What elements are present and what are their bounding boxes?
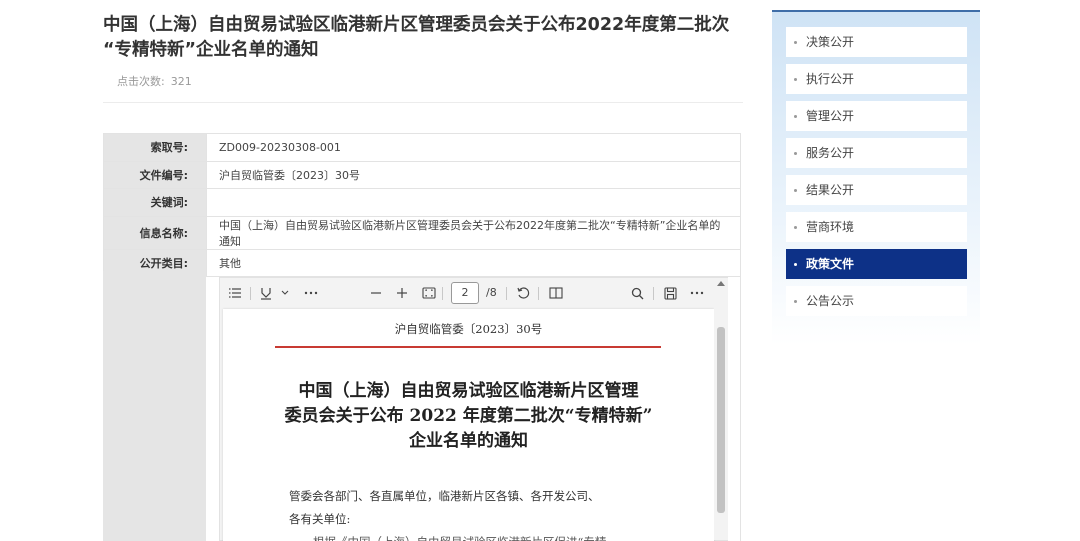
info-key: 信息名称:: [103, 215, 207, 250]
info-key: 文件编号:: [103, 160, 207, 190]
fit-page-icon[interactable]: [422, 285, 436, 301]
article-title: 中国（上海）自由贸易试验区临港新片区管理委员会关于公布2022年度第二批次 “专…: [103, 13, 753, 63]
bullet-icon: [794, 189, 797, 192]
bullet-icon: [794, 115, 797, 118]
page-number-input[interactable]: 2: [451, 282, 479, 304]
zoom-in-icon[interactable]: [396, 285, 408, 301]
page-total: /8: [486, 286, 497, 299]
table-border: [740, 271, 741, 541]
search-icon[interactable]: [631, 285, 644, 301]
click-count: 点击次数: 321: [117, 73, 192, 89]
sidebar-item-label: 营商环境: [806, 220, 855, 234]
pdf-toolbar: 2 /8: [220, 278, 727, 309]
toolbar-divider: [538, 287, 539, 300]
toolbar-divider: [442, 287, 443, 300]
highlight-icon[interactable]: [259, 285, 273, 301]
rotate-icon[interactable]: [516, 285, 530, 301]
more-tools-icon[interactable]: [304, 285, 318, 301]
sidebar-item-execution[interactable]: 执行公开: [786, 64, 967, 94]
sidebar-item-service[interactable]: 服务公开: [786, 138, 967, 168]
info-table: 索取号: ZD009-20230308-001 文件编号: 沪自贸临管委〔202…: [103, 133, 741, 278]
article-title-line1: 中国（上海）自由贸易试验区临港新片区管理委员会关于公布2022年度第二批次: [103, 15, 730, 35]
pdf-viewer[interactable]: 2 /8 沪自贸临管委〔2023〕30号 中国（上海）自由贸易试验区临港新片区管…: [219, 277, 728, 541]
body-line: 管委会各部门、各直属单位，临港新片区各镇、各开发公司、: [289, 489, 600, 503]
save-icon[interactable]: [664, 285, 677, 301]
sidebar-item-decision[interactable]: 决策公开: [786, 27, 967, 57]
bullet-icon: [794, 300, 797, 303]
sidebar-item-label: 决策公开: [806, 35, 855, 49]
zoom-out-icon[interactable]: [370, 285, 382, 301]
info-key: 索取号:: [103, 133, 207, 162]
toolbar-divider: [653, 287, 654, 300]
info-value: 沪自贸临管委〔2023〕30号: [206, 160, 741, 190]
document-title: 中国（上海）自由贸易试验区临港新片区管理 委员会关于公布 2022 年度第二批次…: [263, 379, 674, 454]
table-row: 文件编号: 沪自贸临管委〔2023〕30号: [103, 160, 741, 190]
pdf-page: 沪自贸临管委〔2023〕30号 中国（上海）自由贸易试验区临港新片区管理 委员会…: [223, 309, 714, 541]
table-row: 索取号: ZD009-20230308-001: [103, 133, 741, 162]
sidebar-item-management[interactable]: 管理公开: [786, 101, 967, 131]
attachment-label-cell: [103, 271, 206, 541]
sidebar-item-policy-documents[interactable]: 政策文件: [786, 249, 967, 279]
document-number: 沪自贸临管委〔2023〕30号: [394, 322, 543, 336]
info-value: 中国（上海）自由贸易试验区临港新片区管理委员会关于公布2022年度第二批次“专精…: [206, 215, 741, 250]
scroll-thumb[interactable]: [717, 327, 725, 513]
info-value: ZD009-20230308-001: [206, 133, 741, 162]
header-divider: [103, 102, 743, 103]
info-value: 其他: [206, 248, 741, 278]
info-key: 关键词:: [103, 188, 207, 217]
sidebar-item-label: 公告公示: [806, 294, 855, 308]
click-count-value: 321: [170, 75, 192, 88]
page-view-icon[interactable]: [549, 285, 563, 301]
document-title-line: 中国（上海）自由贸易试验区临港新片区管理: [298, 381, 639, 401]
sidebar-item-announcements[interactable]: 公告公示: [786, 286, 967, 316]
sidebar-item-results[interactable]: 结果公开: [786, 175, 967, 205]
document-title-line: 企业名单的通知: [409, 431, 528, 451]
chevron-down-icon[interactable]: [281, 285, 289, 301]
table-row: 信息名称: 中国（上海）自由贸易试验区临港新片区管理委员会关于公布2022年度第…: [103, 215, 741, 250]
bullet-icon: [794, 41, 797, 44]
sidebar-item-label: 结果公开: [806, 183, 855, 197]
pdf-scrollbar[interactable]: [714, 278, 728, 540]
bullet-icon: [794, 78, 797, 81]
document-body: 管委会各部门、各直属单位，临港新片区各镇、各开发公司、 各有关单位:: [289, 485, 669, 531]
scroll-up-icon[interactable]: [717, 281, 725, 286]
sidebar-item-label: 管理公开: [806, 109, 855, 123]
sidebar-item-business-environment[interactable]: 营商环境: [786, 212, 967, 242]
more-options-icon[interactable]: [690, 285, 704, 301]
sidebar-item-label: 服务公开: [806, 146, 855, 160]
bullet-icon: [794, 263, 797, 266]
body-line: 各有关单位:: [289, 512, 351, 526]
sidebar-item-label: 政策文件: [806, 257, 855, 271]
sidebar-item-label: 执行公开: [806, 72, 855, 86]
table-row: 关键词:: [103, 188, 741, 217]
bullet-icon: [794, 152, 797, 155]
toolbar-divider: [250, 287, 251, 300]
sidebar-nav: 决策公开 执行公开 管理公开 服务公开 结果公开 营商环境 政策文件 公告公示: [772, 10, 980, 345]
contents-icon[interactable]: [228, 285, 242, 301]
click-count-label: 点击次数:: [117, 75, 165, 88]
info-value: [206, 188, 741, 217]
article-title-line2: “专精特新”企业名单的通知: [103, 40, 319, 60]
red-divider-line: [275, 346, 661, 348]
document-title-line: 委员会关于公布 2022 年度第二批次“专精特新”: [284, 406, 653, 426]
toolbar-divider: [506, 287, 507, 300]
body-line-partial: 根据《中国（上海）自由贸易试验区临港新片区促进“专精: [313, 533, 693, 541]
bullet-icon: [794, 226, 797, 229]
